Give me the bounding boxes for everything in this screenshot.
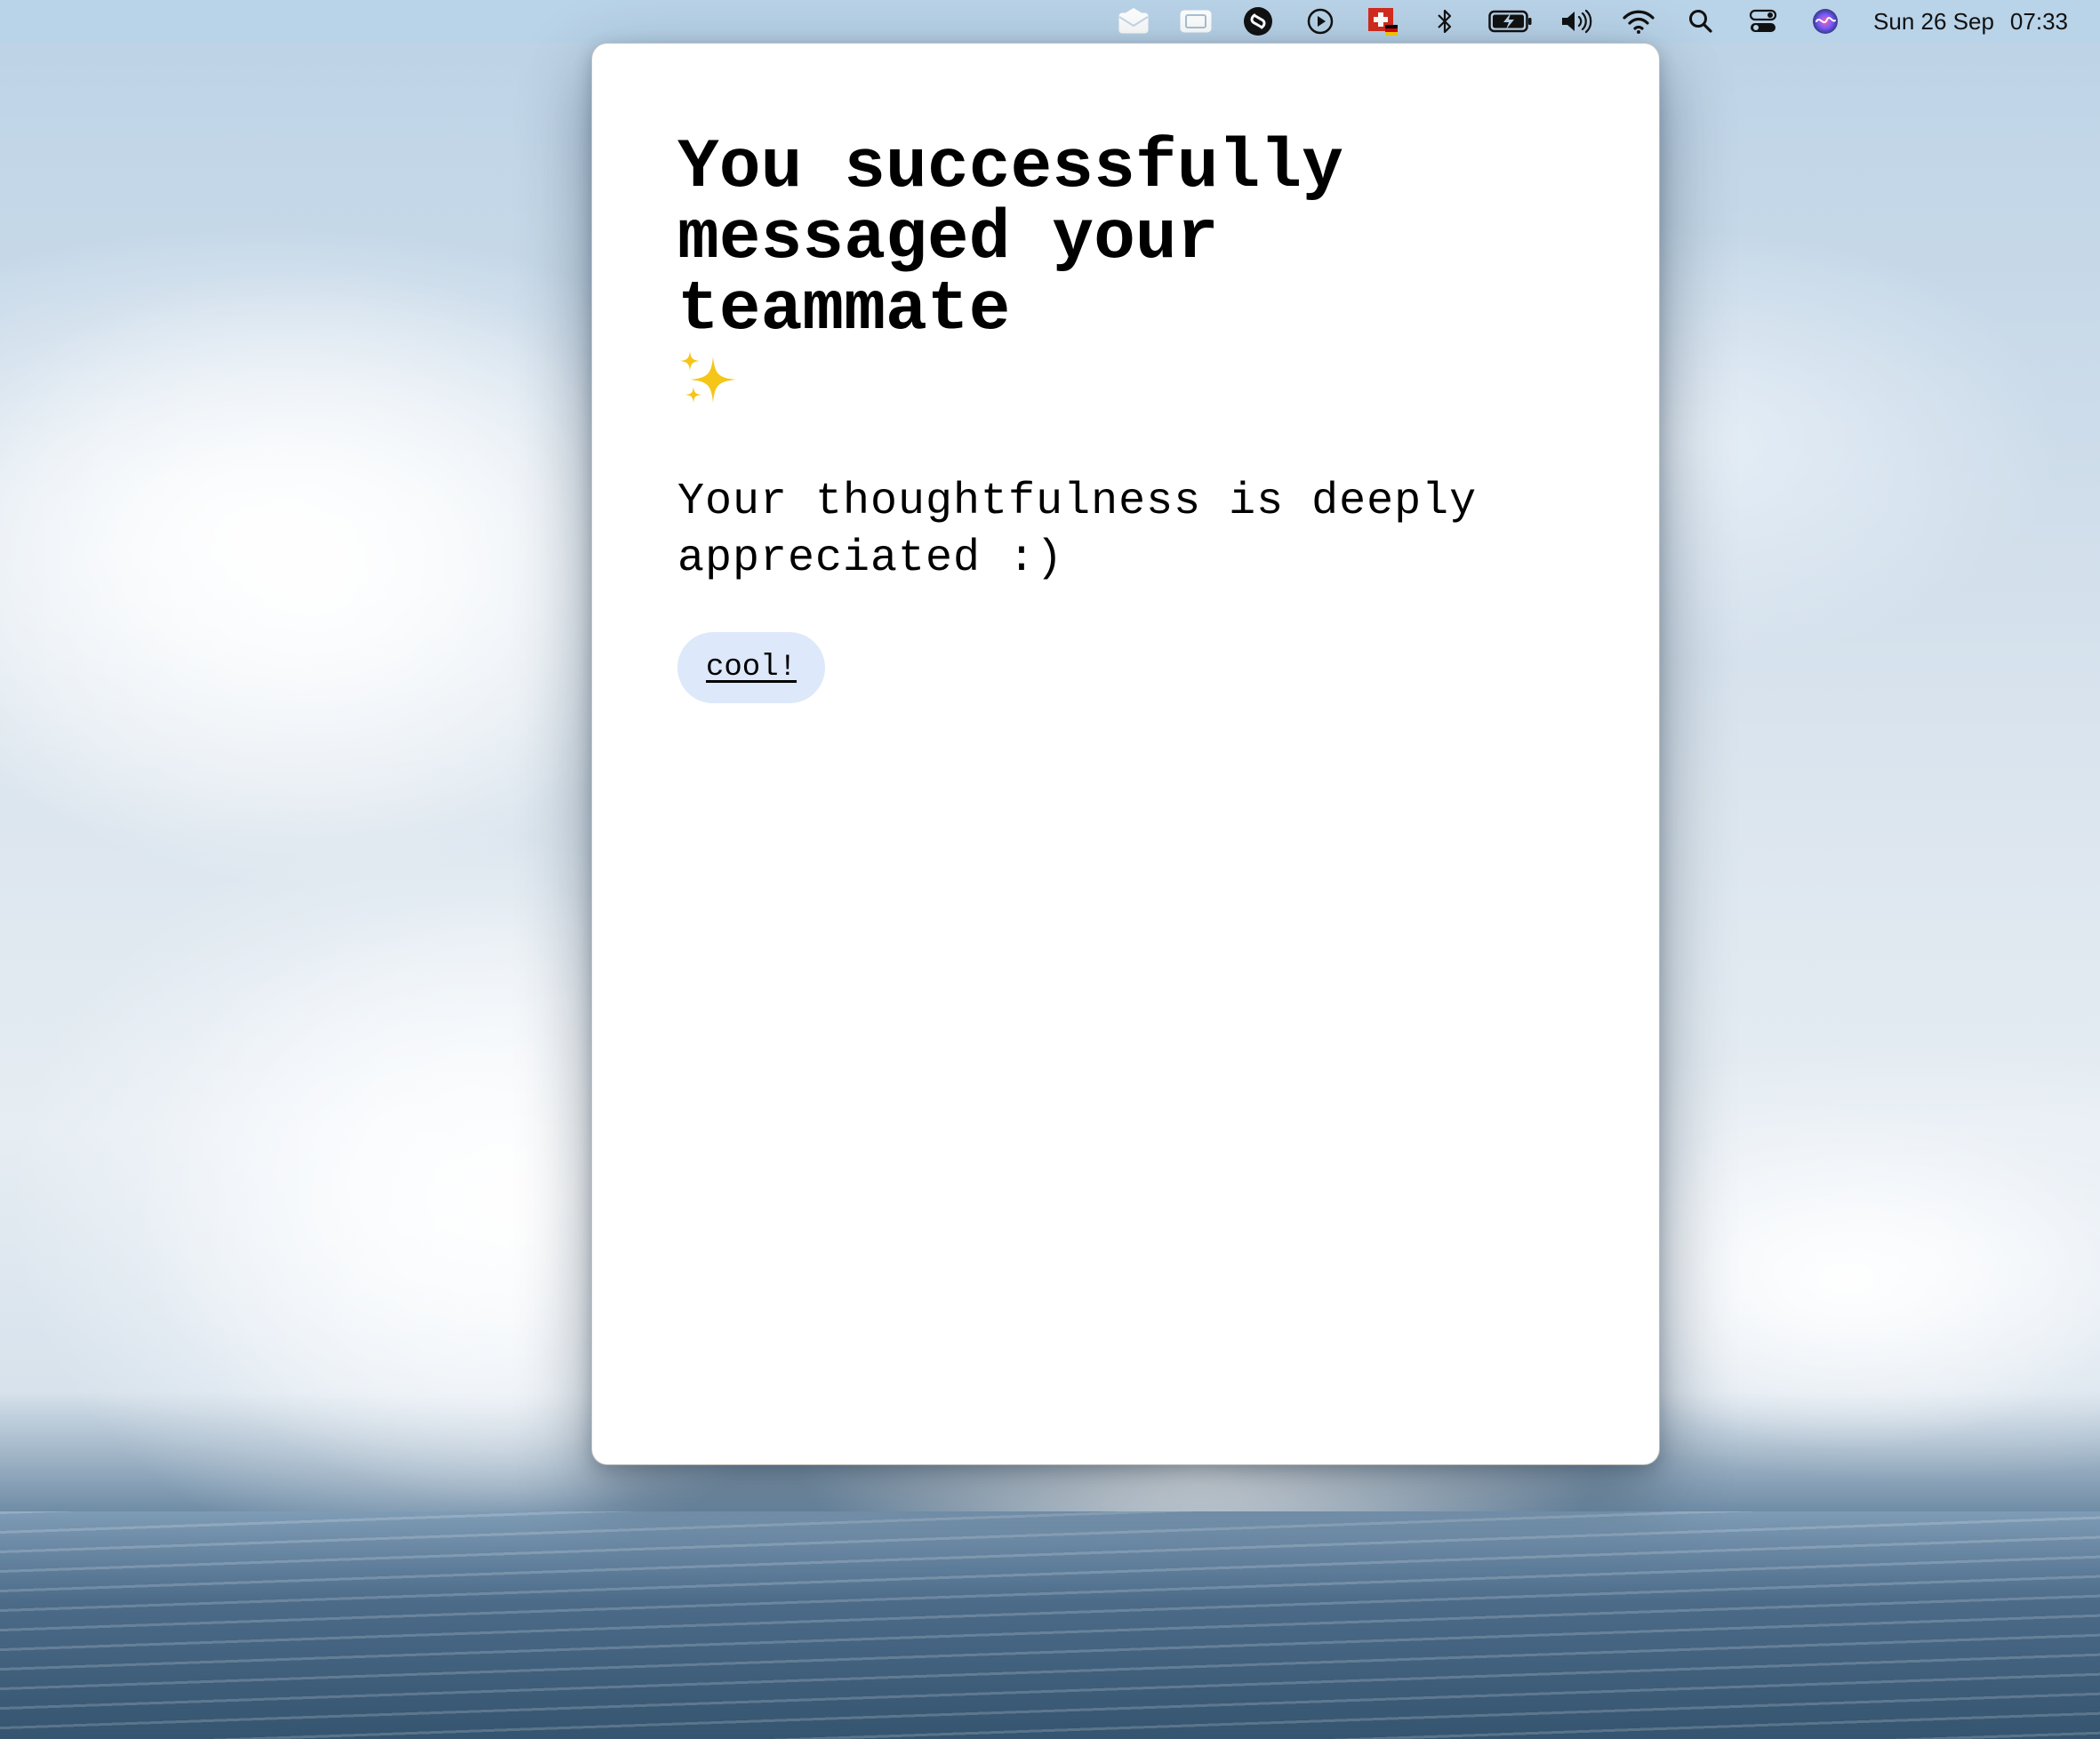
dialog-content: You successfully messaged your teammate …: [677, 132, 1567, 703]
dialog-title: You successfully messaged your teammate: [677, 132, 1567, 412]
cool-button[interactable]: cool!: [677, 632, 826, 703]
bluetooth-icon[interactable]: [1425, 5, 1464, 37]
play-circle-icon[interactable]: [1301, 5, 1340, 37]
confirmation-dialog: You successfully messaged your teammate …: [591, 43, 1660, 1465]
menu-bar-clock[interactable]: Sun 26 Sep 07:33: [1873, 8, 2068, 36]
shazam-icon[interactable]: [1238, 5, 1278, 37]
volume-icon[interactable]: [1557, 5, 1596, 37]
battery-charging-icon[interactable]: [1487, 5, 1534, 37]
dialog-message: Your thoughtfulness is deeply appreciate…: [677, 477, 1478, 584]
siri-icon[interactable]: [1806, 5, 1845, 37]
swiss-flag-icon[interactable]: [1363, 5, 1402, 37]
control-center-icon[interactable]: [1743, 5, 1783, 37]
menu-bar-date: Sun 26 Sep: [1873, 7, 1994, 35]
sparkles-icon: [680, 351, 736, 403]
dialog-title-text: You successfully messaged your teammate: [677, 129, 1343, 349]
search-icon[interactable]: [1681, 5, 1720, 37]
menu-bar-time: 07:33: [2009, 7, 2068, 35]
menu-bar: Sun 26 Sep 07:33: [0, 0, 2100, 43]
mail-icon[interactable]: [1114, 5, 1153, 37]
sea-water: [0, 1511, 2100, 1739]
screen-mirror-icon[interactable]: [1176, 5, 1215, 37]
wifi-icon[interactable]: [1619, 5, 1658, 37]
